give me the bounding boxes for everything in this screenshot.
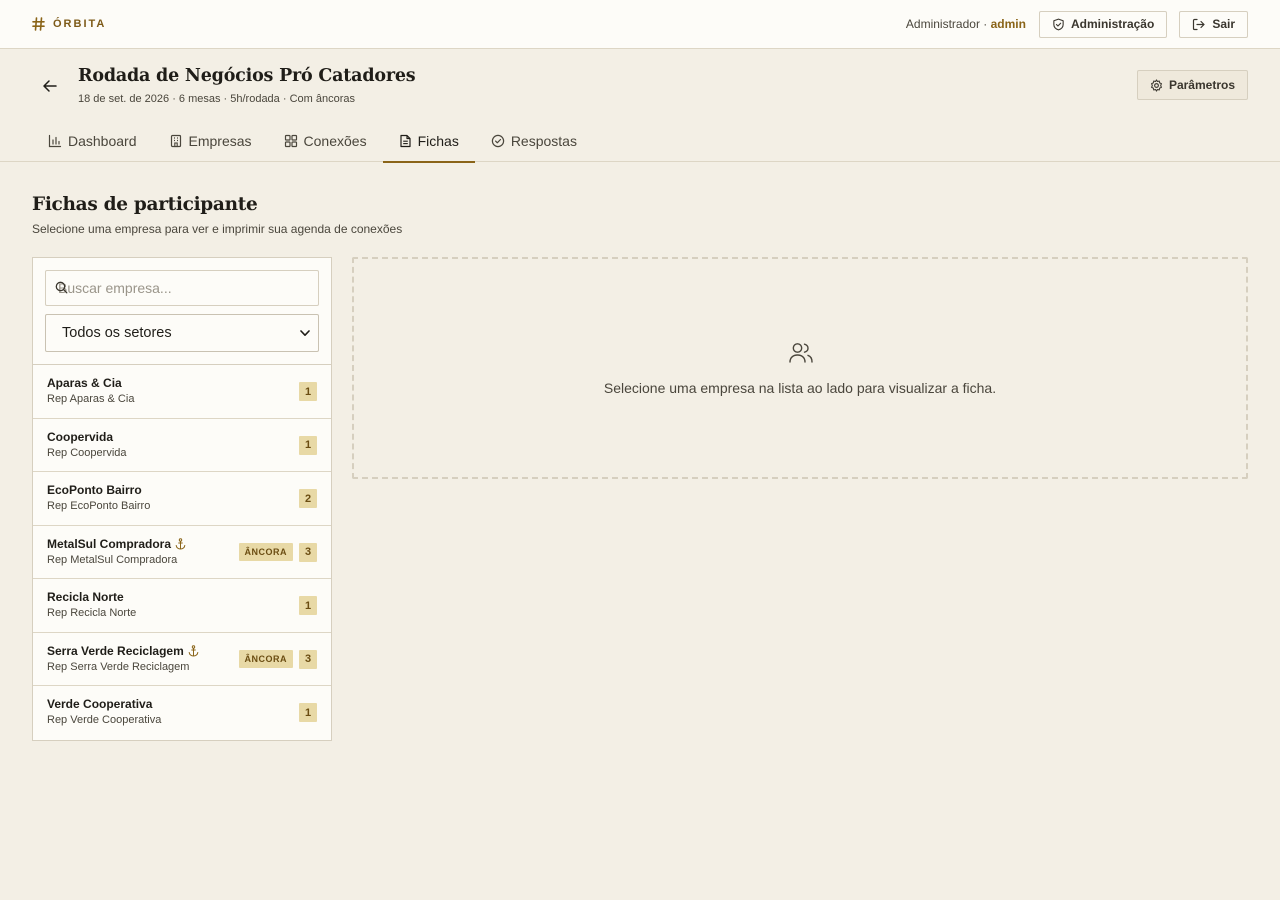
page-subtitle: Selecione uma empresa para ver e imprimi… xyxy=(32,222,403,236)
company-list: Aparas & Cia Rep Aparas & Cia 1 Coopervi… xyxy=(33,364,331,740)
anchor-icon xyxy=(188,644,199,657)
sector-filter-select[interactable]: Todos os setores xyxy=(45,314,319,352)
company-name-text: Coopervida xyxy=(47,429,114,444)
tab-dashboard[interactable]: Dashboard xyxy=(32,121,153,163)
company-rep: Rep Verde Cooperativa xyxy=(47,714,162,726)
company-name-text: Serra Verde Reciclagem xyxy=(47,643,184,658)
company-name-text: EcoPonto Bairro xyxy=(47,483,142,497)
building-icon xyxy=(169,134,183,148)
connection-count-badge: 3 xyxy=(299,542,317,562)
event-title: Rodada de Negócios Pró Catadores xyxy=(78,66,416,86)
anchor-badge: ÂNCORA xyxy=(238,649,293,668)
company-item[interactable]: EcoPonto Bairro Rep EcoPonto Bairro 2 xyxy=(33,472,331,526)
tab-label: Empresas xyxy=(188,133,252,149)
tab-empresas[interactable]: Empresas xyxy=(153,121,268,163)
hash-icon xyxy=(32,17,45,31)
company-rep: Rep Recicla Norte xyxy=(47,607,137,619)
company-name: Verde Cooperativa xyxy=(47,697,152,711)
tab-fichas[interactable]: Fichas xyxy=(382,121,475,163)
check-circle-icon xyxy=(491,134,505,148)
tab-label: Dashboard xyxy=(68,133,137,149)
tab-conexoes[interactable]: Conexões xyxy=(268,121,383,163)
brand[interactable]: ÓRBITA xyxy=(32,17,106,31)
admin-button-label: Administração xyxy=(1070,17,1155,31)
gear-icon xyxy=(1150,78,1163,92)
user-info: Administrador · admin xyxy=(906,17,1026,31)
document-icon xyxy=(399,134,412,148)
company-rep: Rep Serra Verde Reciclagem xyxy=(47,660,190,673)
event-header: Rodada de Negócios Pró Catadores 18 de s… xyxy=(0,49,1280,163)
page-title: Fichas de participante xyxy=(32,194,258,215)
user-role: Administrador · xyxy=(905,17,988,31)
arrow-left-icon xyxy=(42,79,57,93)
company-name: EcoPonto Bairro xyxy=(47,483,142,497)
logout-button-label: Sair xyxy=(1212,17,1235,31)
connection-count-badge: 1 xyxy=(299,435,317,455)
company-rep: Rep EcoPonto Bairro xyxy=(47,500,151,512)
back-button[interactable] xyxy=(40,77,58,95)
company-panel: Todos os setores Aparas & Cia Rep Aparas… xyxy=(32,257,332,741)
anchor-badge: ÂNCORA xyxy=(238,542,293,561)
company-name: Coopervida xyxy=(47,430,113,444)
tab-respostas[interactable]: Respostas xyxy=(475,121,593,163)
sector-filter-value: Todos os setores xyxy=(62,325,172,341)
company-item[interactable]: Verde Cooperativa Rep Verde Cooperativa … xyxy=(33,686,331,740)
company-name-text: Recicla Norte xyxy=(47,590,124,604)
company-item[interactable]: Coopervida Rep Coopervida 1 xyxy=(33,419,331,472)
company-name: Serra Verde Reciclagem xyxy=(47,644,199,658)
connection-count-badge: 1 xyxy=(299,596,317,615)
logout-icon xyxy=(1192,18,1206,31)
company-rep: Rep Aparas & Cia xyxy=(47,393,135,405)
connection-count-badge: 2 xyxy=(299,489,317,508)
empty-state-message: Selecione uma empresa na lista ao lado p… xyxy=(603,380,997,396)
bar-chart-icon xyxy=(48,134,62,148)
tab-label: Conexões xyxy=(303,133,367,149)
participant-sheet-panel: Selecione uma empresa na lista ao lado p… xyxy=(352,257,1248,479)
parameters-button-label: Parâmetros xyxy=(1168,78,1235,92)
admin-button[interactable]: Administração xyxy=(1038,10,1168,38)
company-item[interactable]: Serra Verde Reciclagem Rep Serra Verde R… xyxy=(33,633,331,686)
connection-count-badge: 1 xyxy=(299,703,317,722)
users-icon xyxy=(788,341,814,365)
company-name: Aparas & Cia xyxy=(47,376,122,390)
logout-button[interactable]: Sair xyxy=(1179,10,1248,38)
company-name-text: MetalSul Compradora xyxy=(47,536,172,551)
search-icon xyxy=(55,281,68,294)
company-name-text: Aparas & Cia xyxy=(47,376,122,390)
company-item[interactable]: Recicla Norte Rep Recicla Norte 1 xyxy=(33,579,331,633)
tab-label: Fichas xyxy=(417,133,459,149)
company-rep: Rep MetalSul Compradora xyxy=(47,553,178,566)
chevron-down-icon xyxy=(300,329,310,337)
connection-count-badge: 3 xyxy=(299,649,317,669)
tab-bar: Dashboard Empresas Conexões Fichas Respo… xyxy=(32,121,593,163)
search-box xyxy=(45,270,319,306)
connection-count-badge: 1 xyxy=(299,382,317,401)
grid-icon xyxy=(284,134,298,148)
company-name-text: Verde Cooperativa xyxy=(47,697,153,711)
brand-name: ÓRBITA xyxy=(53,18,107,30)
company-name: Recicla Norte xyxy=(47,590,124,604)
company-name: MetalSul Compradora xyxy=(47,537,186,551)
company-item[interactable]: Aparas & Cia Rep Aparas & Cia 1 xyxy=(33,365,331,419)
top-bar: ÓRBITA Administrador · admin Administraç… xyxy=(0,0,1280,49)
shield-icon xyxy=(1052,18,1065,31)
company-rep: Rep Coopervida xyxy=(47,446,127,459)
search-input[interactable] xyxy=(45,270,319,306)
parameters-button[interactable]: Parâmetros xyxy=(1136,70,1248,100)
company-item[interactable]: MetalSul Compradora Rep MetalSul Comprad… xyxy=(33,526,331,579)
username: admin xyxy=(990,17,1026,31)
tab-label: Respostas xyxy=(510,133,577,149)
event-meta: 18 de set. de 2026 · 6 mesas · 5h/rodada… xyxy=(78,93,355,105)
anchor-icon xyxy=(175,537,186,550)
